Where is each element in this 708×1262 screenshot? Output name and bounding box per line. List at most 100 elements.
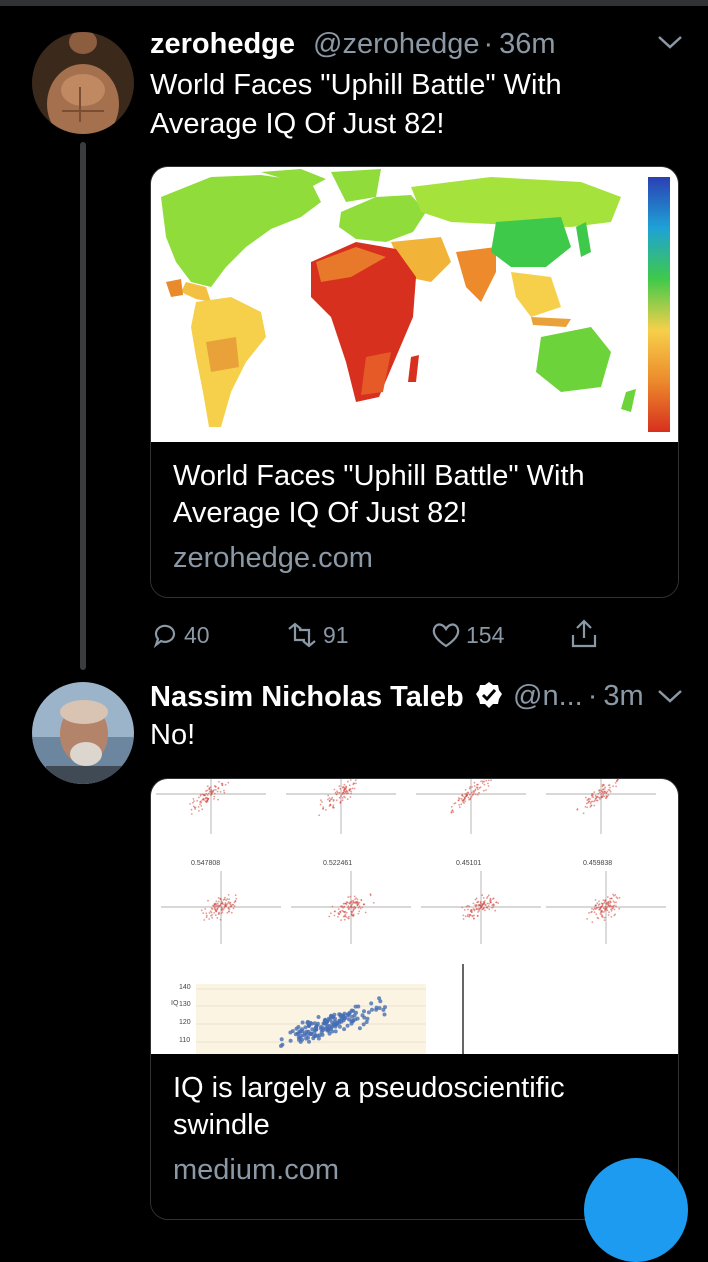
scatter-dot [217, 799, 219, 801]
scatter-dot [212, 908, 214, 910]
scatter-dot [207, 900, 209, 902]
scatter-dot [301, 1029, 305, 1033]
verified-badge-icon [474, 680, 504, 710]
scatter-dot [338, 908, 340, 910]
scatter-dot [487, 783, 489, 785]
scatter-dot [600, 913, 602, 915]
scatter-dot [341, 910, 343, 912]
scatter-dot [220, 898, 222, 900]
scatter-dot [343, 792, 345, 794]
corr-label: 0.547808 [191, 860, 220, 867]
scatter-dot [189, 803, 191, 805]
scatter-dot [192, 802, 194, 804]
share-button[interactable] [568, 618, 604, 650]
scatter-dot [325, 809, 327, 811]
scatter-dot [340, 919, 342, 921]
tweet-text-line: World Faces "Uphill Battle" With [150, 66, 670, 105]
scatter-dot [336, 799, 338, 801]
scatter-dot [227, 902, 229, 904]
scatter-dot [597, 796, 599, 798]
scatter-dot [338, 785, 340, 787]
scatter-dot [488, 780, 490, 782]
author-name[interactable]: Nassim Nicholas Taleb [150, 680, 504, 714]
scatter-dot [595, 798, 597, 800]
scatter-dot [604, 917, 606, 919]
chevron-down-icon[interactable] [657, 688, 683, 709]
scatter-dot [485, 780, 487, 782]
scatter-dot [473, 909, 475, 911]
scatter-dot [346, 912, 348, 914]
scatter-dot [608, 789, 610, 791]
scatter-dot [224, 904, 226, 906]
reply-count: 40 [184, 622, 210, 649]
scatter-dot [472, 794, 474, 796]
scatter-dot [213, 789, 215, 791]
scatter-dot [344, 789, 346, 791]
scatter-dot [355, 783, 357, 785]
scatter-dot [335, 793, 337, 795]
author-handle[interactable]: @n...·3m [513, 680, 644, 713]
scatter-dot [590, 803, 592, 805]
retweet-button[interactable]: 91 [285, 620, 349, 650]
scatter-dot [362, 1009, 366, 1013]
scatter-dot [359, 905, 361, 907]
scatter-dot [320, 799, 322, 801]
scatter-dot [610, 901, 612, 903]
scatter-dot [211, 917, 213, 919]
scatter-dot [228, 908, 230, 910]
scatter-dot [489, 899, 491, 901]
scatter-dot [612, 785, 614, 787]
scatter-dot [339, 788, 341, 790]
avatar-zerohedge[interactable] [32, 32, 134, 134]
reply-button[interactable]: 40 [150, 620, 210, 650]
scatter-dot [367, 1010, 371, 1014]
scatter-dot [336, 790, 338, 792]
scatter-dot [210, 786, 212, 788]
scatter-dot [477, 901, 479, 903]
scatter-dot [334, 789, 336, 791]
avatar-taleb[interactable] [32, 682, 134, 784]
author-name[interactable]: zerohedge [150, 28, 295, 61]
scatter-dot [488, 903, 490, 905]
scatter-dot [349, 903, 351, 905]
scatter-dot [212, 791, 214, 793]
compose-reply-fab[interactable] [584, 1158, 688, 1262]
scatter-dot [350, 779, 352, 781]
scatter-dot [225, 899, 227, 901]
scatter-dot [595, 795, 597, 797]
scatter-dot [332, 806, 334, 808]
chevron-down-icon[interactable] [657, 34, 683, 55]
scatter-dot [235, 898, 237, 900]
scatter-dot [320, 1030, 324, 1034]
scatter-dot [476, 784, 478, 786]
scatter-dot [340, 906, 342, 908]
scatter-dot [328, 1024, 332, 1028]
scatter-dot [480, 786, 482, 788]
scatter-dot [350, 796, 352, 798]
share-icon [568, 618, 600, 650]
scatter-dot [363, 904, 365, 906]
scatter-dot [342, 799, 344, 801]
scatter-dot [355, 779, 357, 781]
scatter-dot [365, 1020, 369, 1024]
scatter-dot [335, 792, 337, 794]
scatter-dot [618, 908, 620, 910]
scatter-dot [365, 912, 367, 914]
scatter-dot [467, 909, 469, 911]
scatter-dot [203, 919, 205, 921]
scatter-dot [327, 799, 329, 801]
scatter-dot [340, 795, 342, 797]
link-card-zerohedge[interactable]: World Faces "Uphill Battle" With Average… [150, 166, 679, 598]
scatter-dot [470, 914, 472, 916]
link-card-medium[interactable]: IQ 140 130 120 110 0.547808 0.522461 0.4… [150, 778, 679, 1220]
scatter-dot [317, 1037, 321, 1041]
scatter-dot [488, 785, 490, 787]
scatter-dot [360, 899, 362, 901]
tweet-text: World Faces "Uphill Battle" With Average… [150, 66, 670, 144]
scatter-dot [344, 915, 346, 917]
like-button[interactable]: 154 [430, 620, 504, 650]
scatter-dot [370, 894, 372, 896]
scatter-dot [356, 901, 358, 903]
card-title: World Faces "Uphill Battle" With Average… [173, 458, 585, 532]
author-handle[interactable]: @zerohedge·36m [313, 28, 556, 61]
